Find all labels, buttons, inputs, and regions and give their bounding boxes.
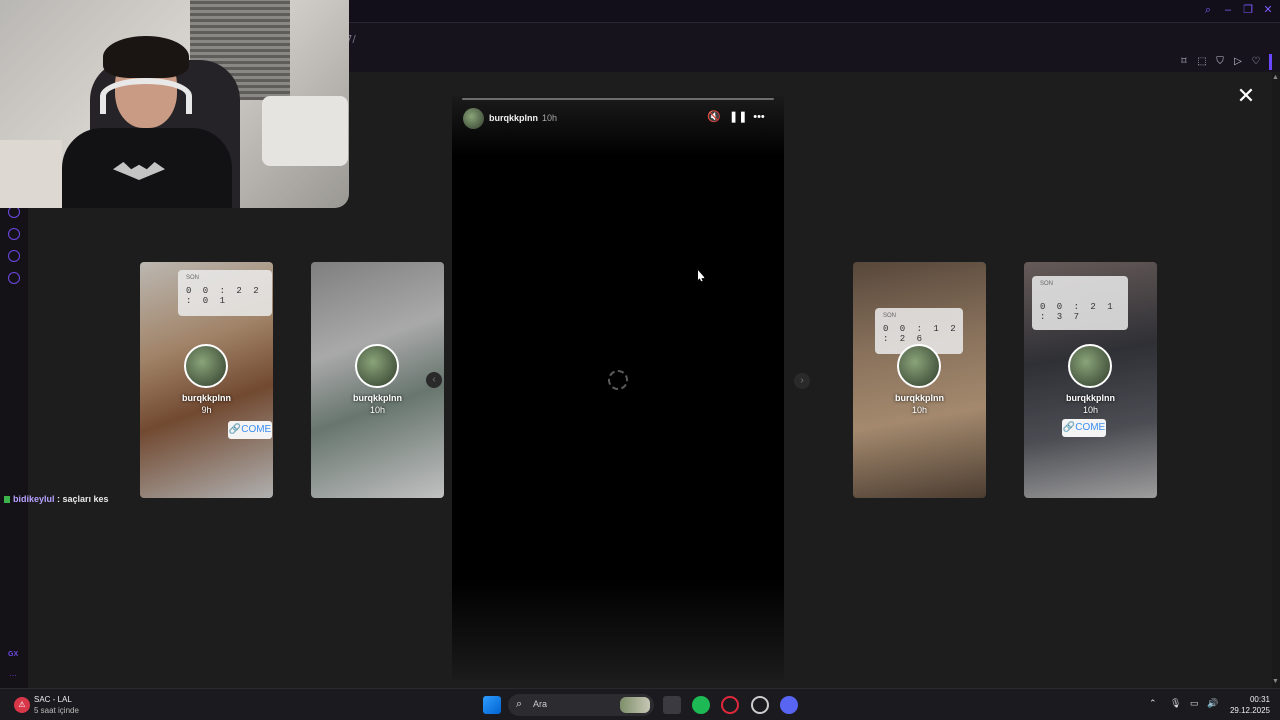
loading-spinner-icon (608, 370, 628, 390)
chat-separator: : (54, 494, 63, 504)
thumbnail-time: 10h (1082, 405, 1099, 415)
story-thumbnail[interactable]: SON 0 0 : 1 2 : 2 6 burqkkplnn 10h (853, 262, 986, 498)
search-icon: ⌕ (516, 698, 523, 710)
countdown-sticker: SON 0 0 : 2 1 : 3 7 (1032, 276, 1128, 330)
search-placeholder: Ara (533, 699, 548, 709)
scroll-down-icon[interactable]: ▼ (1272, 678, 1279, 685)
clock[interactable]: 00:31 29.12.2025 (1230, 694, 1270, 716)
close-icon[interactable]: ✕ (1236, 85, 1256, 107)
avatar (184, 344, 228, 388)
headphones-icon (100, 78, 192, 114)
story-time: 10h (542, 113, 558, 123)
extensions-icon[interactable] (8, 250, 20, 262)
heart-icon[interactable]: ♡ (1251, 56, 1261, 68)
windows-start-icon[interactable] (483, 696, 501, 714)
tray-chevron-icon[interactable]: ⌃ (1149, 698, 1157, 709)
clock-time: 00:31 (1249, 695, 1270, 704)
thumbnail-time: 10h (911, 405, 928, 415)
search-icon[interactable]: ⌕ (1202, 4, 1214, 16)
taskbar-search[interactable]: ⌕ Ara (508, 694, 654, 716)
speaker-muted-icon[interactable]: 🔇 (707, 110, 721, 124)
steam-icon[interactable] (751, 696, 769, 714)
next-story-arrow[interactable]: › (794, 373, 810, 389)
story-thumbnail[interactable]: SON 0 0 : 2 1 : 3 7 burqkkplnn 10h 🔗COME (1024, 262, 1157, 498)
thumbnail-time: 10h (369, 405, 386, 415)
weather-title[interactable]: SAC - LAL (34, 695, 72, 704)
scrollbar[interactable] (1272, 72, 1280, 688)
story-thumbnail[interactable]: burqkkplnn 10h (311, 262, 444, 498)
chat-badge-icon (4, 496, 10, 503)
close-window-icon[interactable]: ✕ (1262, 4, 1274, 16)
story-viewer[interactable]: burqkkplnn 10h 🔇 ❚❚ ••• (452, 96, 784, 680)
clock-date: 29.12.2025 (1229, 706, 1270, 715)
avatar (1068, 344, 1112, 388)
weather-subtitle[interactable]: 5 saat içinde (34, 706, 79, 715)
story-progress-bar (462, 98, 774, 100)
volume-icon[interactable]: 🔊 (1207, 698, 1218, 709)
settings-icon[interactable] (8, 272, 20, 284)
address-controls: ⌑ ⬚ ⛉ ▷ ♡ (1179, 54, 1272, 70)
thumbnail-username: burqkkplnn (353, 393, 402, 403)
thumbnail-username: burqkkplnn (895, 393, 944, 403)
window-controls: ⌕ – ❐ ✕ (1202, 4, 1274, 16)
scroll-up-icon[interactable]: ▲ (1272, 74, 1279, 81)
story-username[interactable]: burqkkplnn (489, 113, 538, 123)
chat-message: bidikeylul : saçları kes (4, 494, 109, 504)
avatar (355, 344, 399, 388)
discord-icon[interactable] (780, 696, 798, 714)
story-thumbnail[interactable]: SON 0 0 : 2 2 : 0 1 burqkkplnn 9h 🔗COME (140, 262, 273, 498)
thumbnail-username: burqkkplnn (1066, 393, 1115, 403)
gx-icon[interactable]: GX (8, 651, 18, 658)
thumbnail-time: 9h (201, 405, 212, 415)
more-icon[interactable]: ··· (9, 671, 17, 680)
play-icon[interactable]: ▷ (1233, 56, 1243, 68)
restore-icon[interactable]: ❐ (1242, 4, 1254, 16)
chat-text: saçları kes (62, 494, 109, 504)
shield-icon[interactable]: ⛉ (1215, 56, 1225, 68)
microphone-icon[interactable]: 🎙 (1170, 698, 1181, 709)
more-icon[interactable]: ••• (752, 110, 766, 124)
sidebar-toggle[interactable] (1269, 54, 1272, 70)
avatar[interactable] (463, 108, 484, 129)
pin-icon[interactable]: ⌑ (1179, 56, 1189, 68)
task-view-icon[interactable] (663, 696, 681, 714)
webcam-overlay (0, 0, 349, 208)
history-icon[interactable] (8, 228, 20, 240)
link-sticker: 🔗COME (1062, 419, 1106, 437)
network-icon[interactable]: ▭ (1190, 698, 1199, 709)
link-sticker: 🔗COME (228, 421, 272, 439)
snapshot-icon[interactable]: ⬚ (1197, 56, 1207, 68)
minimize-icon[interactable]: – (1222, 4, 1234, 16)
weather-icon[interactable]: ⚠ (14, 697, 30, 713)
countdown-sticker: SON 0 0 : 2 2 : 0 1 (178, 270, 272, 316)
chat-user: bidikeylul (13, 494, 55, 504)
avatar (897, 344, 941, 388)
spotify-icon[interactable] (692, 696, 710, 714)
screen: ⌕ – ❐ ✕ 7/ ⌑ ⬚ ⛉ ▷ ♡ GX ··· bidikeylul:… (0, 0, 1280, 720)
thumbnail-username: burqkkplnn (182, 393, 231, 403)
prev-story-arrow[interactable]: ‹ (426, 372, 442, 388)
pause-icon[interactable]: ❚❚ (729, 110, 747, 124)
taskbar: ⚠ SAC - LAL 5 saat içinde ⌕ Ara ⌃ 🎙 ▭ 🔊 … (0, 688, 1280, 720)
opera-gx-icon[interactable] (721, 696, 739, 714)
search-highlight-image (620, 697, 650, 713)
